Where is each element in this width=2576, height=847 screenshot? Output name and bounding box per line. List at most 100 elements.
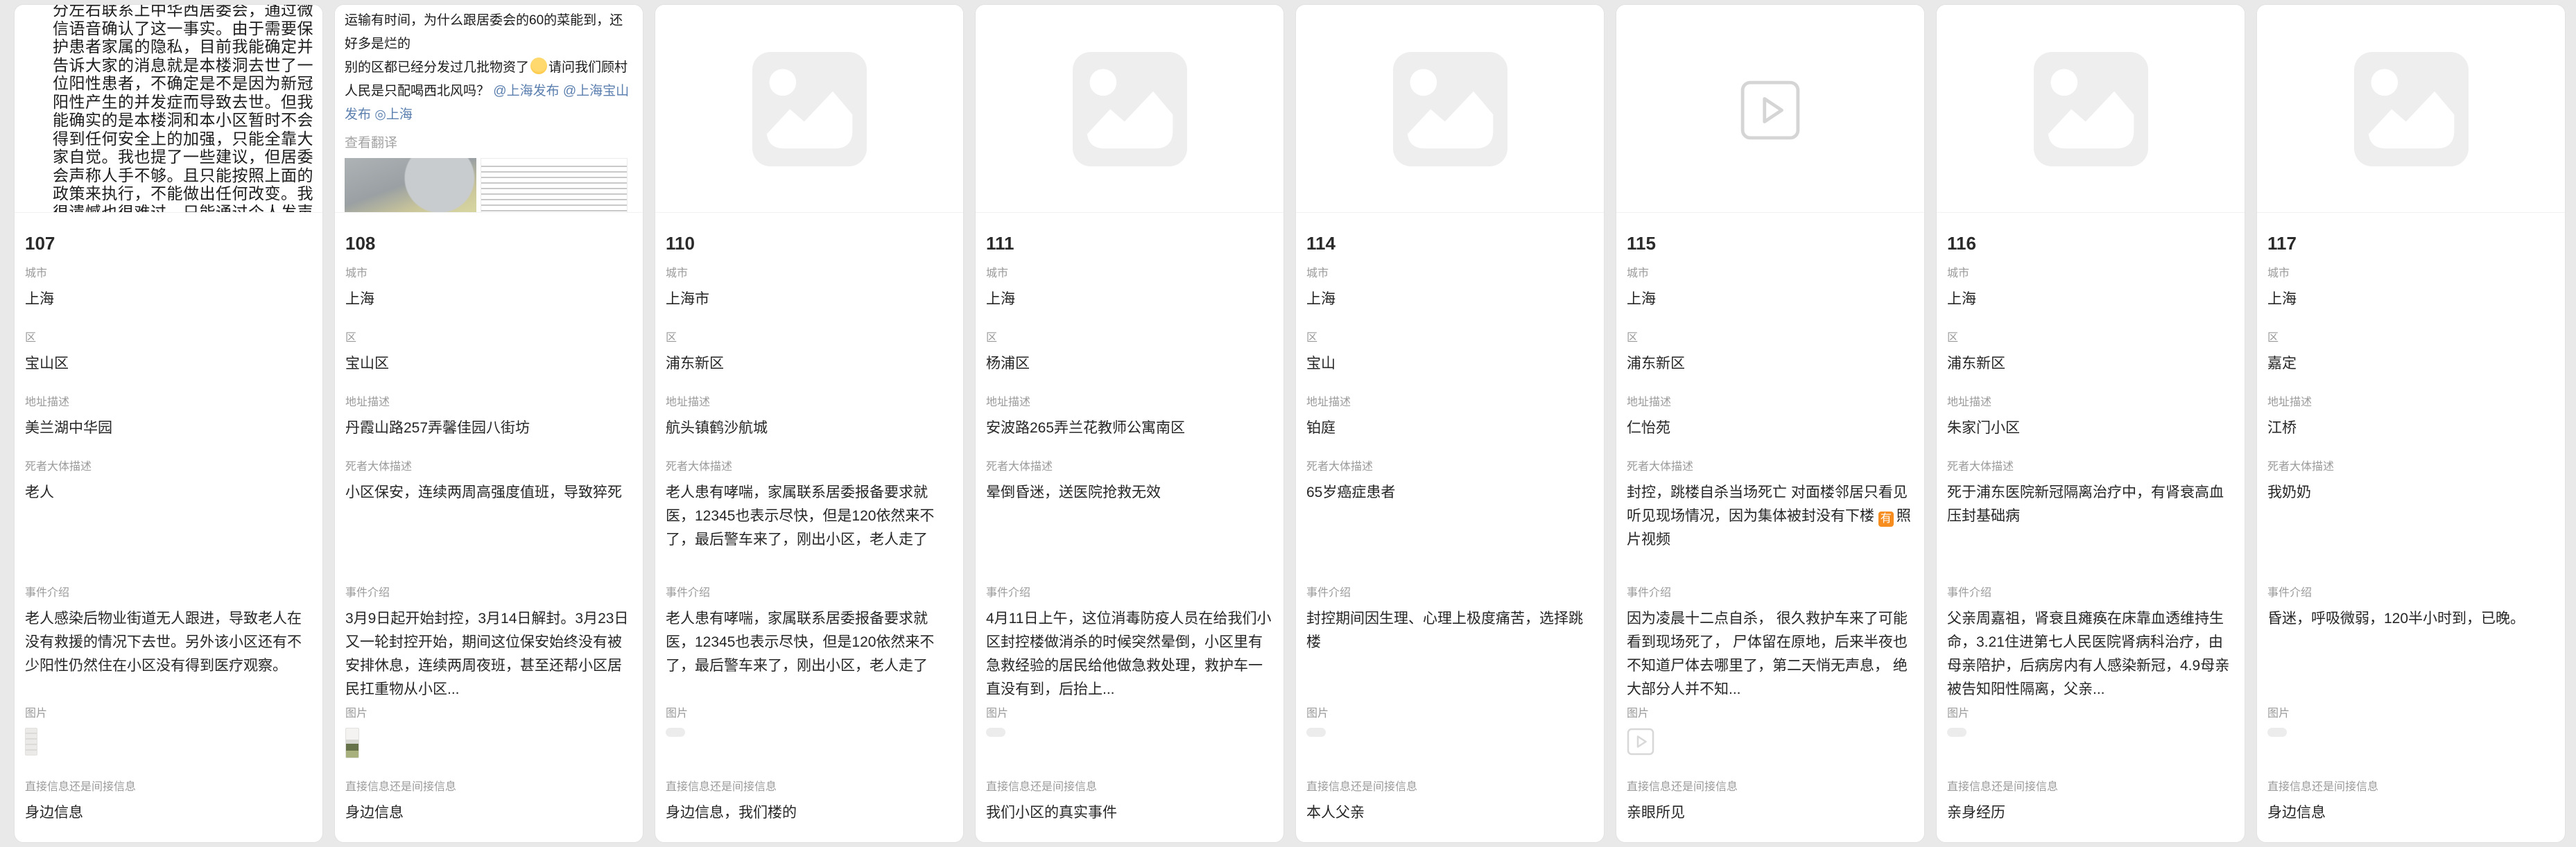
deceased-text: 我奶奶 [2267,484,2311,500]
video-thumbnail-play-icon[interactable] [1627,728,1654,756]
field-address-label: 地址描述 [1306,396,1593,410]
empty-attachment-pill[interactable] [986,728,1005,737]
field-image-label: 图片 [986,707,1273,721]
field-info-type: 直接信息还是间接信息 亲身经历 [1947,780,2234,825]
image-thumbnails [25,728,312,761]
screenshot-thumbnail[interactable] [25,728,37,756]
rotten-cabbage-photo[interactable] [345,158,476,213]
post-thumbnail[interactable] [345,728,359,758]
field-image: 图片 [1306,707,1593,761]
field-event-intro: 事件介绍 父亲周嘉祖，肾衰且瘫痪在床靠血透维持生命，3.21住进第七人民医院肾病… [1947,586,2234,701]
field-deceased-label: 死者大体描述 [1947,460,2234,474]
card-media[interactable]: 运输有时间，为什么跟居委会的60的菜能到，还好多是烂的 别的区都已经分发过几批物… [335,5,643,213]
deceased-text: 老人患有哮喘，家属联系居委报备要求就医，12345也表示尽快，但是120依然来不… [666,484,934,548]
field-address-value: 丹霞山路257弄馨佳园八街坊 [345,417,632,440]
field-info-type-label: 直接信息还是间接信息 [1947,780,2234,794]
field-district-label: 区 [1947,331,2234,345]
record-card[interactable]: 117 城市 上海 区 嘉定 地址描述 江桥 死者大体描述 我奶奶 事件介绍 昏… [2256,4,2566,843]
field-deceased-value: 老人患有哮喘，家属联系居委报备要求就医，12345也表示尽快，但是120依然来不… [666,481,953,552]
field-info-type-value: 亲眼所见 [1627,801,1914,825]
field-city-label: 城市 [1627,267,1914,281]
record-card[interactable]: 111 城市 上海 区 杨浦区 地址描述 安波路265弄兰花教师公寓南区 死者大… [975,4,1284,843]
field-address: 地址描述 航头镇鹤沙航城 [666,396,953,440]
field-image: 图片 [345,707,632,761]
record-card[interactable]: 分左右联系上中华西居委会，通过微信语音确认了这一事实。由于需要保护患者家属的隐私… [14,4,323,843]
card-media[interactable] [2257,5,2565,213]
field-info-type-value: 亲身经历 [1947,801,2234,825]
field-city: 城市 上海 [1627,267,1914,311]
record-card[interactable]: 116 城市 上海 区 浦东新区 地址描述 朱家门小区 死者大体描述 死于浦东医… [1936,4,2245,843]
attached-text-screenshot[interactable]: 分左右联系上中华西居委会，通过微信语音确认了这一事实。由于需要保护患者家属的隐私… [15,5,322,213]
field-event-intro: 事件介绍 4月11日上午，这位消毒防疫人员在给我们小区封控楼做消杀的时候突然晕倒… [986,586,1273,701]
card-media[interactable] [1937,5,2245,213]
empty-attachment-pill[interactable] [1947,728,1966,737]
field-city: 城市 上海市 [666,267,953,311]
field-district-value: 宝山区 [25,352,312,376]
field-district-label: 区 [1627,331,1914,345]
field-deceased-description: 死者大体描述 我奶奶 [2267,460,2555,575]
image-placeholder [976,5,1283,166]
field-district-value: 杨浦区 [986,352,1273,376]
field-district-label: 区 [25,331,312,345]
field-address-value: 安波路265弄兰花教师公寓南区 [986,417,1273,440]
field-info-type-label: 直接信息还是间接信息 [2267,780,2555,794]
record-card[interactable]: 110 城市 上海市 区 浦东新区 地址描述 航头镇鹤沙航城 死者大体描述 老人… [655,4,964,843]
view-translation-link[interactable]: 查看翻译 [345,132,633,151]
image-placeholder-icon [2034,52,2148,166]
field-district-label: 区 [345,331,632,345]
field-info-type-value: 身边信息 [25,801,312,825]
field-info-type-label: 直接信息还是间接信息 [345,780,632,794]
field-deceased-description: 死者大体描述 65岁癌症患者 [1306,460,1593,575]
empty-attachment-pill[interactable] [666,728,685,737]
field-city-label: 城市 [1947,267,2234,281]
screenshot-text: 分左右联系上中华西居委会，通过微信语音确认了这一事实。由于需要保护患者家属的隐私… [53,5,315,213]
field-info-type: 直接信息还是间接信息 身边信息 [25,780,312,825]
record-card[interactable]: 114 城市 上海 区 宝山 地址描述 铂庭 死者大体描述 65岁癌症患者 事件… [1295,4,1605,843]
record-card[interactable]: 运输有时间，为什么跟居委会的60的菜能到，还好多是烂的 别的区都已经分发过几批物… [334,4,643,843]
empty-attachment-pill[interactable] [2267,728,2287,737]
field-event-value: 老人感染后物业街道无人跟进，导致老人在没有救援的情况下去世。另外该小区还有不少阳… [25,607,312,678]
deceased-text: 晕倒昏迷，送医院抢救无效 [986,484,1161,500]
card-media[interactable] [1296,5,1604,213]
image-thumbnails [1947,728,2234,761]
field-image: 图片 [1947,707,2234,761]
field-image-label: 图片 [1306,707,1593,721]
field-deceased-value: 65岁癌症患者 [1306,481,1593,505]
card-media[interactable] [1616,5,1924,213]
field-deceased-label: 死者大体描述 [2267,460,2555,474]
field-city-label: 城市 [666,267,953,281]
field-deceased-label: 死者大体描述 [986,460,1273,474]
field-event-label: 事件介绍 [1627,586,1914,600]
field-event-label: 事件介绍 [2267,586,2555,600]
attached-social-post[interactable]: 运输有时间，为什么跟居委会的60的菜能到，还好多是烂的 别的区都已经分发过几批物… [335,5,643,213]
card-board: 分左右联系上中华西居委会，通过微信语音确认了这一事实。由于需要保护患者家属的隐私… [0,0,2576,847]
record-card[interactable]: 115 城市 上海 区 浦东新区 地址描述 仁怡苑 死者大体描述 封控，跳楼自杀… [1616,4,1925,843]
field-address-value: 航头镇鹤沙航城 [666,417,953,440]
dense-text-screenshot[interactable] [481,158,628,213]
card-media[interactable] [976,5,1283,213]
card-media[interactable]: 分左右联系上中华西居委会，通过微信语音确认了这一事实。由于需要保护患者家属的隐私… [15,5,322,213]
field-city: 城市 上海 [25,267,312,311]
field-deceased-value: 我奶奶 [2267,481,2555,505]
field-info-type: 直接信息还是间接信息 身边信息 [345,780,632,825]
card-media[interactable] [655,5,963,213]
image-placeholder-icon [1393,52,1507,166]
image-thumbnails [2267,728,2555,761]
field-info-type-value: 本人父亲 [1306,801,1593,825]
field-deceased-value: 死于浦东医院新冠隔离治疗中，有肾衰高血压封基础病 [1947,481,2234,528]
field-city: 城市 上海 [1306,267,1593,311]
post-line1: 运输有时间，为什么跟居委会的60的菜能到，还好多是烂的 [345,13,623,51]
video-placeholder[interactable] [1616,5,1924,141]
deceased-text: 小区保安，连续两周高强度值班，导致猝死 [345,484,622,500]
field-district-value: 浦东新区 [1627,352,1914,376]
image-placeholder-icon [752,52,867,166]
field-deceased-label: 死者大体描述 [1306,460,1593,474]
record-number: 107 [25,231,312,256]
record-number: 110 [666,231,953,256]
field-address-label: 地址描述 [2267,396,2555,410]
record-number: 115 [1627,231,1914,256]
empty-attachment-pill[interactable] [1306,728,1326,737]
field-city: 城市 上海 [1947,267,2234,311]
image-thumbnails [1627,728,1914,761]
field-city-value: 上海 [1306,288,1593,311]
